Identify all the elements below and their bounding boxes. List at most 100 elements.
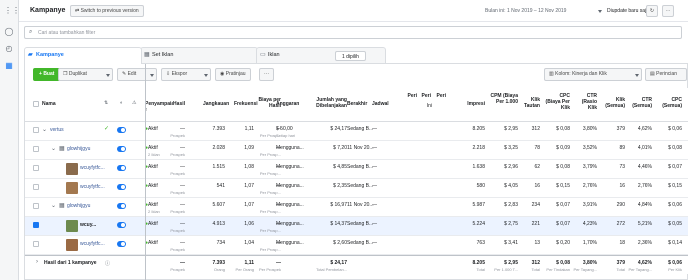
col-ctr-all[interactable]: CTR (Semua)	[628, 97, 652, 109]
clock-icon[interactable]: ◴	[4, 44, 14, 53]
selected-count-badge[interactable]: 1 dipilih	[335, 51, 366, 61]
preview-label: Pratinjau	[225, 71, 246, 77]
tab-adsets[interactable]: ▦ Set Iklan	[140, 47, 258, 64]
table-icon[interactable]: ▦	[4, 61, 14, 70]
row-checkbox[interactable]	[33, 146, 39, 152]
row-checkbox[interactable]	[33, 127, 39, 133]
row-checkbox[interactable]	[33, 165, 39, 171]
status-toggle[interactable]	[117, 165, 126, 171]
switch-version-label: Switch to previous version	[80, 8, 139, 14]
table-row[interactable]: wcuyfytfc... ●Aktif — Prospek 541 1,07— Per Pr…	[25, 179, 688, 198]
col-r1[interactable]: Peri	[407, 93, 417, 99]
table-row[interactable]: wcuyfytfc... ●Aktif — Prospek 734 1,04— Per Pr…	[25, 236, 688, 255]
cell-clicks: 73	[619, 164, 625, 170]
delivery-status: ●Aktif	[145, 126, 158, 132]
breakdown-button[interactable]: ▤ Perincian	[645, 68, 687, 81]
row-checkbox[interactable]	[33, 241, 39, 247]
status-toggle[interactable]	[117, 127, 126, 133]
expand-icon[interactable]: ›	[36, 259, 38, 265]
cell-budget: Mengguna...	[276, 183, 304, 189]
select-all-checkbox[interactable]	[33, 101, 39, 107]
more-button[interactable]: ⋯	[662, 5, 674, 17]
table-row[interactable]: wcuyfytfc... ●Aktif — Prospek 1.515 1,08— Per …	[25, 160, 688, 179]
table-row[interactable]: ⌄ ▦ glowhijgyu ●Aktif 2 Iklan — Prospek 5.607 1,…	[25, 198, 688, 217]
cell-cpc: $ 0,20	[556, 240, 570, 246]
create-button[interactable]: + Buat	[33, 68, 61, 81]
table-row[interactable]: wcuy... ●Aktif — Prospek 4.913 1,06— Per Prosp…	[25, 217, 688, 236]
cell-link: 13	[534, 240, 540, 246]
delivery-status: ●Aktif	[145, 240, 158, 246]
col-ends[interactable]: Berakhir	[347, 101, 367, 107]
cell-ctr_all: 2,76%	[637, 183, 652, 189]
date-range-picker[interactable]: Bulan ini: 1 Nov 2019 – 12 Nov 2019	[485, 8, 566, 14]
col-budget[interactable]: Anggaran	[276, 101, 306, 107]
status-toggle[interactable]	[117, 222, 126, 228]
row-name[interactable]: wcuyfytfc...	[80, 241, 105, 247]
row-checkbox[interactable]	[33, 222, 39, 228]
col-cpc[interactable]: CPC (Biaya Per Klik	[544, 93, 570, 111]
cell-clicks: 290	[616, 202, 625, 208]
tab-ads-label: Iklan	[268, 52, 280, 58]
tab-ads[interactable]: ▭ Iklan 1 dipilih	[256, 47, 386, 64]
col-clicks-all[interactable]: Klik (Semua)	[603, 97, 625, 109]
chevron-down-icon[interactable]: ⌄	[51, 145, 56, 152]
chevron-down-icon	[635, 74, 639, 77]
col-delivery[interactable]: Penyampaian ↑	[145, 101, 173, 113]
row-name[interactable]: glowhijgyu	[67, 203, 90, 209]
export-label: Ekspor	[171, 71, 188, 77]
row-checkbox[interactable]	[33, 203, 39, 209]
row-name[interactable]: wcuyfytfc...	[80, 165, 105, 171]
refresh-icon: ↻	[649, 8, 655, 14]
top-bar: Kampanye ⇄ Switch to previous version Bu…	[19, 0, 688, 22]
cell-cpm: $ 3,25	[504, 145, 518, 151]
row-name[interactable]: wcuy...	[80, 222, 96, 228]
check-icon: ✓	[104, 126, 110, 132]
cell-cost_sub: Per Prosp...	[259, 209, 281, 214]
cell-cpm: $ 2,96	[504, 164, 518, 170]
status-toggle[interactable]	[117, 184, 126, 190]
totals-ctr-all: 4,62%	[637, 260, 652, 266]
row-name[interactable]: glowhijgyu	[67, 146, 90, 152]
preview-button[interactable]: ◉ Pratinjau	[215, 68, 251, 81]
cell-cpm: $ 3,41	[504, 240, 518, 246]
status-toggle[interactable]	[117, 241, 126, 247]
table-header: Nama ⇅ ◐ ⚠ Penyampaian ↑ Hasil Jangkauan…	[25, 88, 688, 122]
col-r3[interactable]: Peri	[436, 93, 446, 99]
status-toggle[interactable]	[117, 203, 126, 209]
cell-ends: Sedang B...	[347, 183, 374, 189]
col-ctr[interactable]: CTR (Rasio Klik	[575, 93, 597, 111]
col-result[interactable]: Hasil	[171, 101, 185, 107]
cell-reach: 541	[216, 183, 225, 189]
cell-ctr: 3,52%	[582, 145, 597, 151]
tab-campaigns[interactable]: ▰ Kampanye	[24, 47, 142, 64]
row-name[interactable]: vertus	[50, 127, 64, 133]
switch-version-button[interactable]: ⇄ Switch to previous version	[70, 5, 144, 17]
chevron-down-icon[interactable]: ⌄	[51, 202, 56, 209]
col-spent[interactable]: Jumlah yang Dibelanjakan	[312, 97, 347, 109]
search-filter-input[interactable]: ⌕ Cari atau tambahkan filter	[24, 26, 682, 39]
col-schedule[interactable]: Jadwal	[372, 101, 392, 107]
refresh-button[interactable]: ↻	[646, 5, 658, 17]
col-cpc-all[interactable]: CPC (Semua)	[658, 97, 682, 109]
row-name[interactable]: wcuyfytfc...	[80, 184, 105, 190]
col-name[interactable]: Nama	[42, 101, 56, 107]
toolbar-more-button[interactable]: ···	[259, 68, 274, 81]
chevron-down-icon[interactable]: ⌄	[42, 126, 47, 133]
apps-grid-icon[interactable]: ⋮⋮	[4, 6, 20, 15]
status-toggle[interactable]	[117, 146, 126, 152]
table-row[interactable]: ⌄ ▦ glowhijgyu ●Aktif 2 Iklan — Prospek 2.028 1,…	[25, 141, 688, 160]
cell-reach: 2.028	[212, 145, 225, 151]
table-row[interactable]: ⌄ vertus ✓ ●Aktif — Prospek 7.393 1,11— Per Pros…	[25, 122, 688, 141]
cell-result: —	[180, 240, 185, 246]
col-link-clicks[interactable]: Klik Tautan	[522, 97, 540, 109]
col-cpm[interactable]: CPM (Biaya Per 1.000	[488, 93, 518, 105]
account-icon[interactable]: ◯	[4, 27, 14, 36]
columns-button[interactable]: ▥ Kolom: Kinerja dan Klik	[544, 68, 642, 81]
col-reach[interactable]: Jangkauan	[203, 101, 229, 107]
col-impressions[interactable]: Impresi	[460, 101, 485, 107]
col-r2[interactable]: Peri	[421, 93, 431, 99]
cell-cpc_all: $ 0,14	[668, 240, 682, 246]
row-checkbox[interactable]	[33, 184, 39, 190]
cell-cpc_all: $ 0,08	[668, 145, 682, 151]
duplicate-button[interactable]: ❐ Duplikat	[58, 68, 113, 81]
